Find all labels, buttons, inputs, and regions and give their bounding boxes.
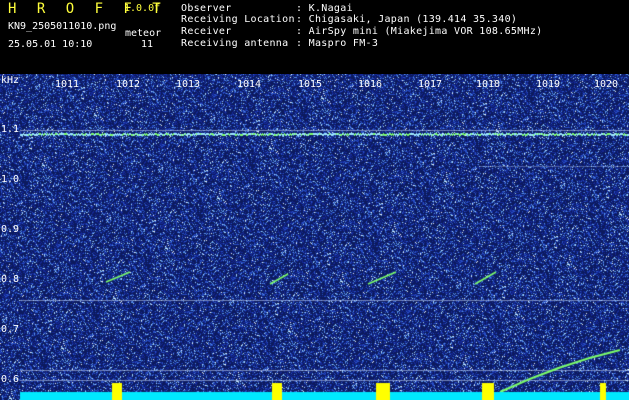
x-tick-label: 1013 xyxy=(176,79,201,90)
y-unit-label: kHz xyxy=(1,75,20,86)
y-tick-label: 0.9 xyxy=(1,224,20,235)
x-tick-label: 1019 xyxy=(536,79,561,90)
x-tick-label: 1014 xyxy=(237,79,262,90)
x-tick-label: 1017 xyxy=(418,79,443,90)
y-tick-label: 1.1 xyxy=(1,124,20,135)
x-tick-label: 1015 xyxy=(298,79,323,90)
receiver-label: Receiver xyxy=(181,26,232,37)
location-value: : Chigasaki, Japan (139.414 35.340) xyxy=(296,14,518,25)
location-label: Receiving Location xyxy=(181,14,295,25)
meteor-label: meteor xyxy=(125,28,162,39)
y-tick-label: 0.8 xyxy=(1,274,20,285)
antenna-label: Receiving antenna xyxy=(181,38,289,49)
observer-label: Observer xyxy=(181,3,232,14)
datetime-label: 25.05.01 10:10 xyxy=(8,39,93,50)
y-tick-label: 1.0 xyxy=(1,174,20,185)
x-tick-label: 1012 xyxy=(116,79,141,90)
x-tick-label: 1016 xyxy=(358,79,383,90)
header-panel: H R O F F T 1.0.0f KN9_2505011010.png me… xyxy=(0,0,629,74)
antenna-value: : Maspro FM-3 xyxy=(296,38,379,49)
spectrogram-canvas xyxy=(0,74,629,400)
version-label: 1.0.0f xyxy=(124,3,161,14)
x-tick-label: 1018 xyxy=(476,79,501,90)
y-tick-label: 0.6 xyxy=(1,374,20,385)
x-tick-label: 1020 xyxy=(594,79,619,90)
filename-label: KN9_2505011010.png xyxy=(8,21,117,32)
y-tick-label: 0.7 xyxy=(1,324,20,335)
x-tick-label: 1011 xyxy=(55,79,80,90)
observer-value: : K.Nagai xyxy=(296,3,353,14)
receiver-value: : AirSpy mini (Miakejima VOR 108.65MHz) xyxy=(296,26,543,37)
meteor-count: 11 xyxy=(141,39,154,50)
